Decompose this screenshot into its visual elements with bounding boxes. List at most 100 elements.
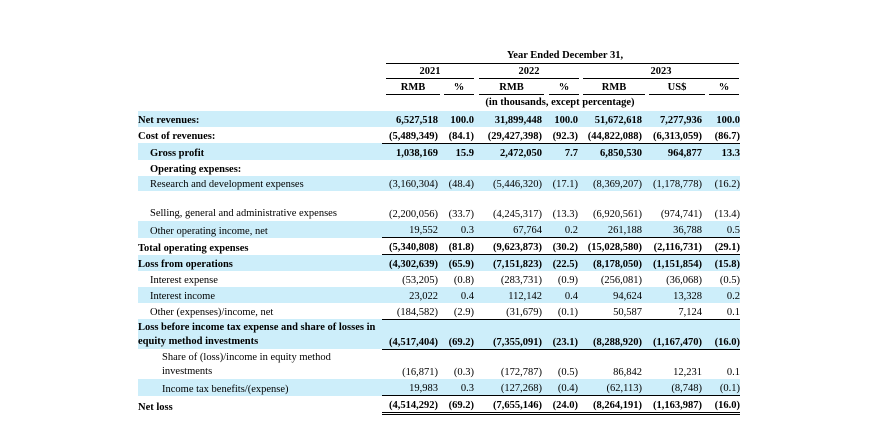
value-2021-pct: 0.3 xyxy=(440,221,474,239)
value-2021-pct: (0.3) xyxy=(453,367,474,379)
value-2022-pct: (24.0) xyxy=(544,395,578,416)
value-2023-pct: (29.1) xyxy=(704,237,740,256)
year-2021: 2021 xyxy=(419,66,441,77)
value-2021-pct: (33.7) xyxy=(448,209,474,221)
value-2023-usd: (1,167,470) xyxy=(644,319,704,350)
value-2022-rmb: (283,731) xyxy=(500,275,542,287)
value-2021-pct: (84.1) xyxy=(440,126,474,144)
value-2022-rmb: (127,268) xyxy=(474,379,544,397)
value-2023-usd: (1,178,778) xyxy=(644,175,704,192)
value-2021-rmb: (5,340,808) xyxy=(382,237,440,256)
value-2023-pct: 0.5 xyxy=(704,221,740,239)
value-2023-pct: (86.7) xyxy=(704,126,740,144)
currency-2023-usd-rule xyxy=(649,94,705,95)
table-row: Net revenues: 6,527,518 100.0 31,899,448 100… xyxy=(138,111,740,127)
value-2023-usd: (6,313,059) xyxy=(644,126,704,144)
income-statement-body: Net revenues: 6,527,518 100.0 31,899,448 100… xyxy=(138,111,740,416)
table-row: Loss from operations (4,302,639) (65.9) (7,… xyxy=(138,254,740,272)
value-2023-pct: (16.2) xyxy=(704,175,740,192)
value-2023-pct: (16.0) xyxy=(704,395,740,416)
value-2023-rmb: (8,369,207) xyxy=(578,175,644,192)
value-2023-rmb: (8,264,191) xyxy=(578,395,644,416)
row-label: Selling, general and administrative expe… xyxy=(150,208,337,220)
value-2021-pct: (69.2) xyxy=(440,319,474,350)
value-2023-pct xyxy=(704,160,740,176)
value-2022-pct: (0.5) xyxy=(557,367,578,379)
table-row: Cost of revenues: (5,489,349) (84.1) (29,42… xyxy=(138,126,740,144)
value-2021-pct: 0.4 xyxy=(440,287,474,303)
value-2022-rmb: (7,655,146) xyxy=(474,395,544,416)
table-row: Share of (loss)/income in equity method … xyxy=(138,349,740,379)
value-2023-usd xyxy=(644,160,704,176)
year-2022-rule xyxy=(479,78,579,79)
value-2021-rmb: (184,582) xyxy=(382,302,440,320)
value-2023-pct: (13.4) xyxy=(714,209,740,221)
value-2023-pct: (0.1) xyxy=(704,379,740,397)
value-2021-rmb: (5,489,349) xyxy=(382,126,440,144)
value-2022-rmb xyxy=(474,160,544,176)
value-2022-pct: (22.5) xyxy=(544,254,578,272)
currency-2021-pct-rule xyxy=(444,94,474,95)
value-2023-usd: 7,124 xyxy=(644,302,704,320)
currency-2021-pct: % xyxy=(453,82,465,93)
value-2023-rmb: (8,288,920) xyxy=(578,319,644,350)
table-row: Research and development expenses (3,160,… xyxy=(138,175,740,192)
year-2022: 2022 xyxy=(518,66,540,77)
table-row: Loss before income tax expense and share… xyxy=(138,319,740,350)
value-2022-pct xyxy=(544,160,578,176)
table-row: Income tax benefits/(expense) 19,983 0.3 (1… xyxy=(138,379,740,397)
period-title: Year Ended December 31, xyxy=(506,50,624,61)
row-label: Net revenues: xyxy=(138,111,382,127)
value-2022-rmb: (31,679) xyxy=(474,302,544,320)
currency-2022-pct-rule xyxy=(549,94,579,95)
value-2021-rmb: 1,038,169 xyxy=(382,143,440,160)
value-2022-pct: 0.2 xyxy=(544,221,578,239)
value-2023-pct: (0.5) xyxy=(719,275,740,287)
value-2021-pct: (48.4) xyxy=(440,175,474,192)
row-label: Income tax benefits/(expense) xyxy=(138,379,382,396)
value-2022-rmb: (172,787) xyxy=(500,367,542,379)
value-2023-pct: 0.1 xyxy=(726,367,740,379)
value-2023-rmb: (256,081) xyxy=(600,275,642,287)
value-2022-rmb: 112,142 xyxy=(474,287,544,303)
value-2023-pct: 0.2 xyxy=(704,287,740,303)
value-2022-rmb: (4,245,317) xyxy=(493,209,542,221)
value-2023-rmb: 86,842 xyxy=(613,367,642,379)
value-2021-pct: (2.9) xyxy=(440,302,474,320)
value-2023-rmb: 94,624 xyxy=(578,287,644,303)
value-2023-usd: (1,151,854) xyxy=(644,254,704,272)
value-2023-rmb: (15,028,580) xyxy=(578,237,644,256)
value-2023-rmb xyxy=(578,160,644,176)
value-2023-pct: 100.0 xyxy=(704,111,740,127)
value-2022-pct: 0.4 xyxy=(544,287,578,303)
value-2021-pct: 100.0 xyxy=(440,111,474,127)
row-label: Net loss xyxy=(138,401,173,413)
value-2021-rmb: (4,514,292) xyxy=(382,395,440,416)
value-2021-pct: (65.9) xyxy=(440,254,474,272)
value-2022-pct: (13.3) xyxy=(552,209,578,221)
value-2023-rmb: 6,850,530 xyxy=(578,143,644,160)
value-2022-pct: (23.1) xyxy=(544,319,578,350)
row-label: Total operating expenses xyxy=(138,242,249,254)
value-2023-rmb: 261,188 xyxy=(578,221,644,239)
value-2022-pct: (92.3) xyxy=(544,126,578,144)
table-row: Other operating income, net 19,552 0.3 67,7… xyxy=(138,221,740,239)
value-2022-rmb: (9,623,873) xyxy=(474,237,544,256)
row-label: Interest expense xyxy=(150,275,218,287)
currency-2023-usd: US$ xyxy=(667,82,687,93)
year-2021-rule xyxy=(386,78,474,79)
value-2021-rmb: 6,527,518 xyxy=(382,111,440,127)
value-2022-rmb: 67,764 xyxy=(474,221,544,239)
value-2022-rmb: (7,151,823) xyxy=(474,254,544,272)
value-2021-pct xyxy=(440,160,474,176)
value-2021-pct: 15.9 xyxy=(440,143,474,160)
table-row: Total operating expenses (5,340,808) (81.8… xyxy=(138,237,740,256)
row-label: Cost of revenues: xyxy=(138,131,216,143)
table-row: Selling, general and administrative expe… xyxy=(138,191,740,221)
value-2023-pct: 13.3 xyxy=(704,143,740,160)
table-row: Interest income 23,022 0.4 112,142 0.4 94,624… xyxy=(138,287,740,303)
value-2023-rmb: (44,822,088) xyxy=(578,126,644,144)
value-2022-pct: (0.9) xyxy=(557,275,578,287)
value-2021-rmb: (4,517,404) xyxy=(382,319,440,350)
value-2023-rmb: (8,178,050) xyxy=(578,254,644,272)
